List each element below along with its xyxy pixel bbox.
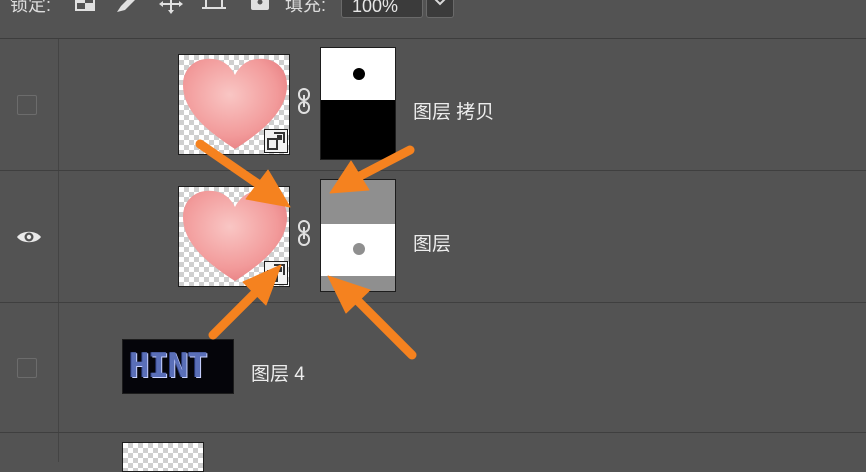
fill-input[interactable]: 100% xyxy=(341,0,423,18)
mask-dot xyxy=(353,68,365,80)
eye-icon[interactable] xyxy=(16,229,42,245)
layer-mask-thumbnail[interactable] xyxy=(320,47,396,160)
layer-row[interactable]: 图层 xyxy=(0,171,866,303)
layer-row[interactable] xyxy=(0,433,866,472)
lock-artboard-icon[interactable] xyxy=(201,0,227,14)
layer-row[interactable]: 图层 拷贝 xyxy=(0,39,866,171)
lock-image-pixels-icon[interactable] xyxy=(113,0,139,14)
chevron-down-icon xyxy=(434,0,446,6)
visibility-toggle-empty[interactable] xyxy=(17,95,37,115)
layer-row[interactable]: HINT 图层 4 xyxy=(0,303,866,433)
layer-thumbnail[interactable] xyxy=(178,54,290,155)
lock-label: 锁定: xyxy=(10,0,52,15)
mask-dot xyxy=(353,243,365,255)
layer-name[interactable]: 图层 4 xyxy=(251,359,305,386)
link-icon[interactable] xyxy=(297,87,311,115)
layer-name[interactable]: 图层 xyxy=(413,229,451,256)
layer-mask-thumbnail[interactable] xyxy=(320,179,396,292)
visibility-toggle-empty[interactable] xyxy=(17,358,37,378)
mask-black-region xyxy=(321,100,395,159)
thumbnail-text: HINT xyxy=(129,346,208,386)
layer-thumbnail[interactable] xyxy=(122,442,204,472)
smart-object-icon xyxy=(264,129,288,153)
fill-dropdown-button[interactable] xyxy=(426,0,454,18)
lock-transparent-pixels-icon[interactable] xyxy=(72,0,98,14)
link-icon[interactable] xyxy=(297,219,311,247)
layer-thumbnail[interactable] xyxy=(178,186,290,287)
fill-label: 填充: xyxy=(285,0,327,15)
options-bar: 锁定: 填充: 100% xyxy=(0,0,866,39)
layer-thumbnail[interactable]: HINT xyxy=(122,339,234,394)
smart-object-icon xyxy=(264,261,288,285)
lock-all-icon[interactable] xyxy=(247,0,273,14)
lock-position-icon[interactable] xyxy=(158,0,184,14)
layer-name[interactable]: 图层 拷贝 xyxy=(413,97,494,124)
